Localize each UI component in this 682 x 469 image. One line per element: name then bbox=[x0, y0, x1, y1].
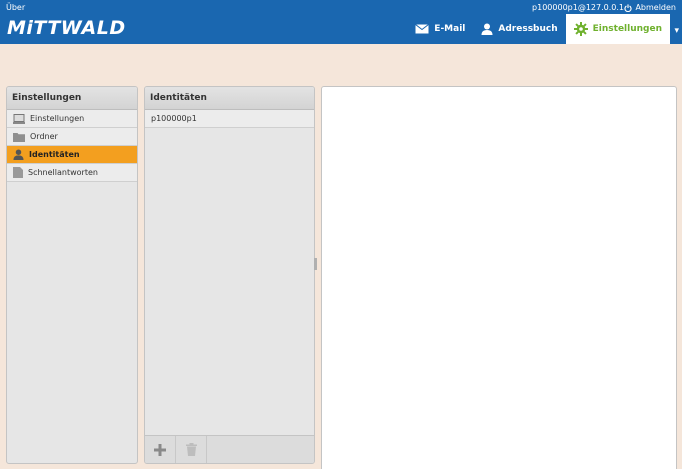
identity-row[interactable]: p100000p1 bbox=[145, 110, 314, 128]
folder-icon bbox=[13, 132, 25, 142]
delete-identity-button[interactable] bbox=[176, 436, 207, 463]
identities-panel-title: Identitäten bbox=[145, 87, 314, 110]
nav-settings[interactable]: Einstellungen bbox=[565, 14, 670, 44]
nav-addressbook[interactable]: Adressbuch bbox=[473, 14, 565, 44]
settings-panel-title: Einstellungen bbox=[7, 87, 137, 110]
person-icon bbox=[481, 23, 493, 35]
nav-addressbook-label: Adressbuch bbox=[498, 24, 558, 34]
nav-more-icon[interactable]: ▾ bbox=[674, 26, 679, 36]
add-identity-button[interactable] bbox=[145, 436, 176, 463]
gear-icon bbox=[573, 22, 588, 36]
plus-icon bbox=[154, 443, 166, 456]
content-frame bbox=[321, 86, 677, 469]
panel-splitter[interactable] bbox=[314, 258, 317, 270]
settings-item-identities[interactable]: Identitäten bbox=[7, 146, 137, 164]
about-link[interactable]: Über bbox=[6, 3, 25, 12]
top-line: Über p100000p1@127.0.0.1 Abmelden bbox=[0, 0, 682, 14]
settings-item-label: Identitäten bbox=[29, 150, 80, 159]
settings-item-quick-replies[interactable]: Schnellantworten bbox=[7, 164, 137, 182]
settings-item-label: Schnellantworten bbox=[28, 168, 98, 177]
settings-item-general[interactable]: Einstellungen bbox=[7, 110, 137, 128]
envelope-icon bbox=[415, 24, 430, 34]
identity-label: p100000p1 bbox=[151, 114, 197, 123]
main-nav: E-Mail Adressbuch Einstellungen bbox=[407, 14, 670, 44]
settings-panel: Einstellungen Einstellungen Ordner Ident… bbox=[6, 86, 138, 464]
person-icon bbox=[13, 149, 24, 160]
settings-item-label: Einstellungen bbox=[30, 114, 85, 123]
trash-icon bbox=[185, 443, 197, 456]
computer-icon bbox=[13, 113, 25, 124]
top-bar: Über p100000p1@127.0.0.1 Abmelden MiTTWA… bbox=[0, 0, 682, 44]
nav-email[interactable]: E-Mail bbox=[407, 14, 473, 44]
identities-panel: Identitäten p100000p1 bbox=[144, 86, 315, 464]
settings-item-label: Ordner bbox=[30, 132, 58, 141]
user-info: p100000p1@127.0.0.1 bbox=[532, 3, 624, 12]
nav-email-label: E-Mail bbox=[434, 24, 466, 34]
document-icon bbox=[13, 167, 23, 178]
power-icon bbox=[624, 3, 633, 12]
identities-footer bbox=[145, 435, 314, 463]
mittwald-logo: MiTTWALD bbox=[7, 17, 126, 39]
nav-settings-label: Einstellungen bbox=[592, 24, 662, 34]
logout-button[interactable]: Abmelden bbox=[624, 3, 676, 12]
settings-item-folders[interactable]: Ordner bbox=[7, 128, 137, 146]
logout-label: Abmelden bbox=[635, 3, 676, 12]
